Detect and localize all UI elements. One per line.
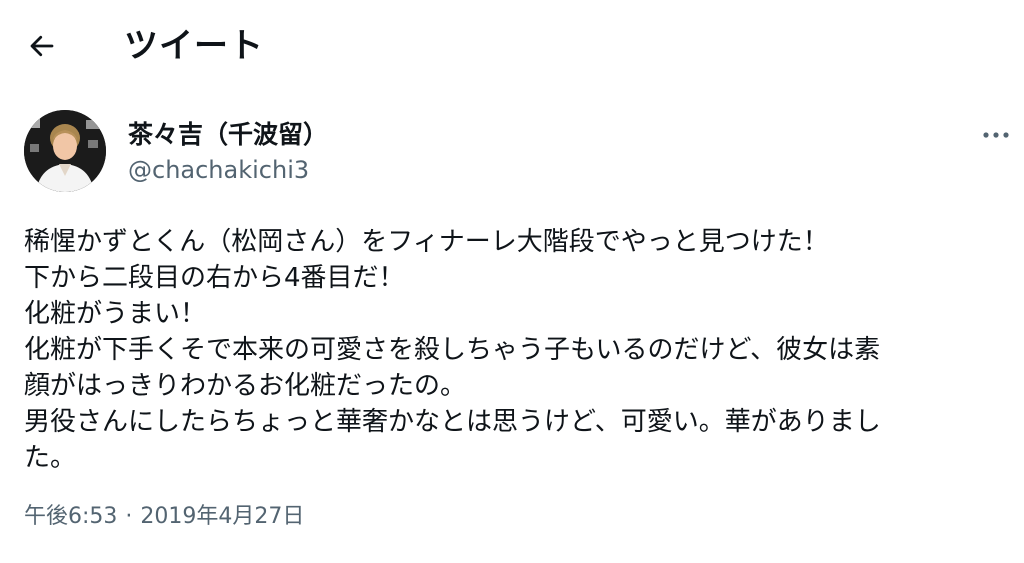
tweet-detail-page: ツイート 茶々吉（千波留） @chachakichi3 稀惺かずとくん（松岡さん… xyxy=(0,0,1024,563)
top-bar: ツイート xyxy=(0,0,1024,92)
page-title: ツイート xyxy=(124,26,264,66)
tweet-text-line: 稀惺かずとくん（松岡さん）をフィナーレ大階段でやっと見つけた！ xyxy=(24,227,829,257)
tweet-date: 2019年4月27日 xyxy=(140,504,305,529)
tweet-text-line: た。 xyxy=(24,443,77,473)
avatar[interactable] xyxy=(24,110,106,192)
more-options-button[interactable] xyxy=(976,120,1016,150)
timestamp-separator: · xyxy=(125,504,133,529)
tweet-text-line: 下から二段目の右から4番目だ！ xyxy=(24,263,405,293)
tweet-time: 午後6:53 xyxy=(24,504,118,529)
tweet-text-line: 化粧がうまい！ xyxy=(24,299,207,329)
arrow-left-icon xyxy=(30,35,54,57)
author-handle[interactable]: @chachakichi3 xyxy=(128,154,309,186)
author-name[interactable]: 茶々吉（千波留） xyxy=(128,118,328,152)
tweet-text-line: 男役さんにしたらちょっと華奢かなとは思うけど、可愛い。華がありまし xyxy=(24,407,881,437)
user-avatar-photo xyxy=(24,110,106,192)
tweet-text-line: 化粧が下手くそで本来の可愛さを殺しちゃう子もいるのだけど、彼女は素 xyxy=(24,335,881,365)
back-button[interactable] xyxy=(22,26,62,66)
more-horizontal-icon xyxy=(983,132,1009,138)
tweet-timestamp[interactable]: 午後6:53 · 2019年4月27日 xyxy=(24,502,304,532)
tweet-text-line: 顔がはっきりわかるお化粧だったの。 xyxy=(24,371,467,401)
tweet-text: 稀惺かずとくん（松岡さん）をフィナーレ大階段でやっと見つけた！ 下から二段目の右… xyxy=(24,224,1004,476)
